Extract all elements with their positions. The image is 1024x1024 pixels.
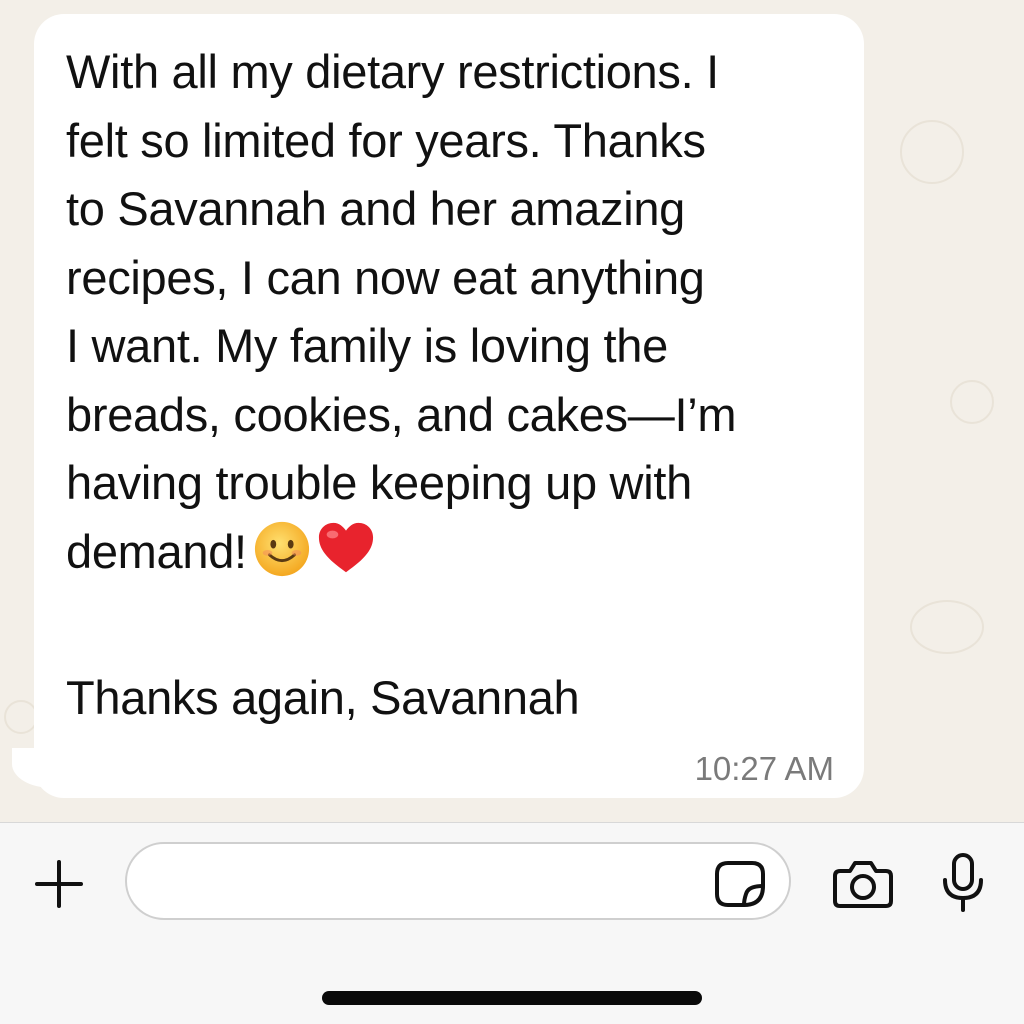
wallpaper-doodle [900,120,964,184]
message-line: to Savannah and her amazing [66,182,686,235]
microphone-icon[interactable] [930,849,996,917]
chat-area[interactable]: With all my dietary restrictions. I felt… [0,0,1024,822]
smiling-face-emoji [254,521,309,576]
message-line: recipes, I can now eat anything [66,250,705,304]
message-line: With all my dietary restrictions. I [66,45,719,98]
message-line: demand! [66,524,247,578]
home-indicator[interactable] [322,991,702,1005]
chat-screen: With all my dietary restrictions. I felt… [0,0,1024,1024]
message-line: I want. My family is loving the [66,319,668,372]
message-line: having trouble keeping up with [66,456,692,509]
plus-icon[interactable] [28,853,90,915]
wallpaper-doodle [910,600,984,654]
camera-icon[interactable] [828,853,898,915]
wallpaper-doodle [4,700,38,734]
wallpaper-doodle [950,380,994,424]
sticker-icon[interactable] [708,857,772,911]
message-line: felt so limited for years. Thanks [66,113,706,167]
message-body: With all my dietary restrictions. I felt… [66,38,856,586]
red-heart-emoji [318,522,373,572]
message-line: breads, cookies, and cakes—I’m [66,387,737,441]
incoming-message-bubble[interactable]: With all my dietary restrictions. I felt… [34,14,864,798]
message-input[interactable] [125,842,791,920]
message-timestamp: 10:27 AM [694,750,834,787]
message-composer [0,822,1024,1024]
message-signoff: Thanks again, Savannah [66,671,580,724]
